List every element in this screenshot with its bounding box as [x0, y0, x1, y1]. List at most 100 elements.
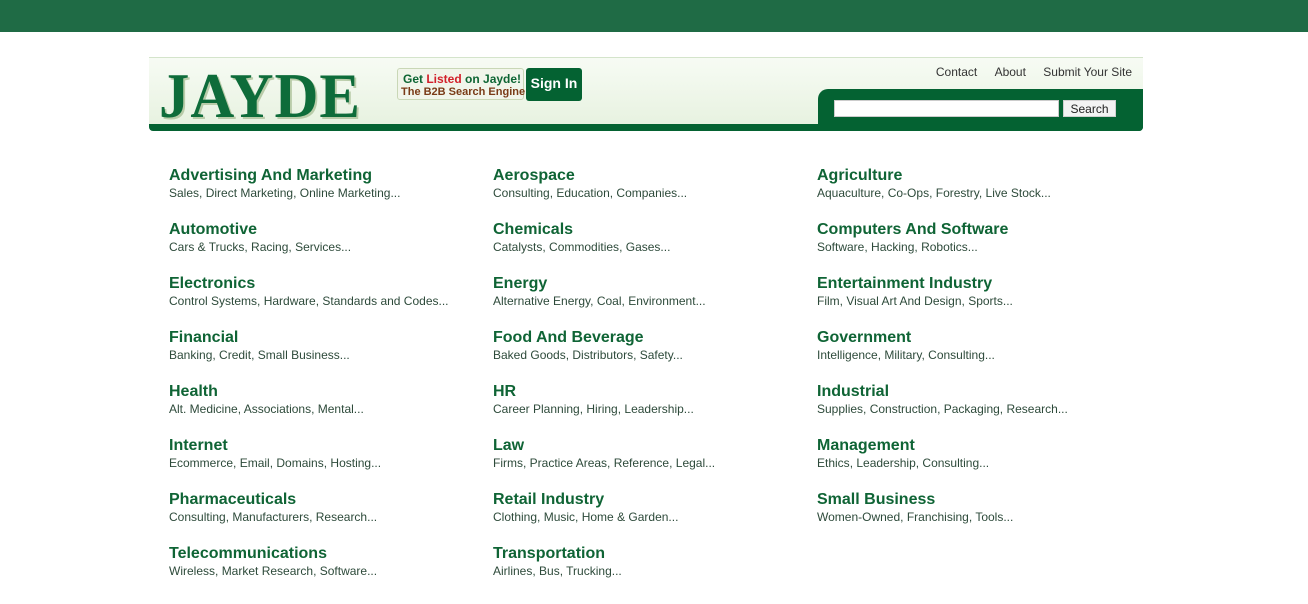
- subcategory-link[interactable]: Safety...: [640, 348, 683, 362]
- sign-in-button[interactable]: Sign In: [526, 68, 582, 101]
- subcategory-link[interactable]: Email: [240, 456, 270, 470]
- category-title-link[interactable]: Law: [493, 436, 524, 455]
- category-title-link[interactable]: Advertising And Marketing: [169, 166, 372, 185]
- subcategory-link[interactable]: Aquaculture: [817, 186, 881, 200]
- subcategory-link[interactable]: Leadership: [856, 456, 915, 470]
- subcategory-link[interactable]: Manufacturers: [232, 510, 309, 524]
- subcategory-link[interactable]: Hosting...: [330, 456, 381, 470]
- subcategory-link[interactable]: Packaging: [944, 402, 1000, 416]
- subcategory-link[interactable]: Racing: [251, 240, 288, 254]
- subcategory-link[interactable]: Research...: [316, 510, 377, 524]
- subcategory-link[interactable]: Software...: [320, 564, 377, 578]
- category-title-link[interactable]: Pharmaceuticals: [169, 490, 296, 509]
- submit-site-link[interactable]: Submit Your Site: [1043, 65, 1132, 79]
- subcategory-link[interactable]: Co-Ops: [888, 186, 929, 200]
- subcategory-link[interactable]: Home & Garden...: [582, 510, 679, 524]
- category-title-link[interactable]: Telecommunications: [169, 544, 327, 563]
- subcategory-link[interactable]: Clothing: [493, 510, 537, 524]
- subcategory-link[interactable]: Film: [817, 294, 840, 308]
- subcategory-link[interactable]: Robotics...: [921, 240, 978, 254]
- category-title-link[interactable]: Computers And Software: [817, 220, 1008, 239]
- subcategory-link[interactable]: Environment...: [628, 294, 705, 308]
- subcategory-link[interactable]: Firms: [493, 456, 523, 470]
- subcategory-link[interactable]: Reference: [614, 456, 669, 470]
- subcategory-link[interactable]: Bus: [539, 564, 560, 578]
- subcategory-link[interactable]: Alt. Medicine: [169, 402, 238, 416]
- subcategory-link[interactable]: Consulting: [493, 186, 550, 200]
- subcategory-link[interactable]: Banking: [169, 348, 212, 362]
- subcategory-link[interactable]: Market Research: [222, 564, 313, 578]
- category-title-link[interactable]: HR: [493, 382, 516, 401]
- subcategory-link[interactable]: Wireless: [169, 564, 215, 578]
- subcategory-link[interactable]: Ecommerce: [169, 456, 233, 470]
- category-title-link[interactable]: Agriculture: [817, 166, 902, 185]
- subcategory-link[interactable]: Hardware: [264, 294, 316, 308]
- category-title-link[interactable]: Small Business: [817, 490, 935, 509]
- subcategory-link[interactable]: Forestry: [936, 186, 979, 200]
- subcategory-link[interactable]: Direct Marketing: [206, 186, 293, 200]
- subcategory-link[interactable]: Live Stock...: [986, 186, 1051, 200]
- subcategory-link[interactable]: Consulting...: [922, 456, 989, 470]
- category-title-link[interactable]: Industrial: [817, 382, 889, 401]
- subcategory-link[interactable]: Career Planning: [493, 402, 580, 416]
- subcategory-link[interactable]: Hacking: [871, 240, 914, 254]
- subcategory-link[interactable]: Services...: [295, 240, 351, 254]
- subcategory-link[interactable]: Baked Goods: [493, 348, 566, 362]
- category-title-link[interactable]: Electronics: [169, 274, 255, 293]
- category-title-link[interactable]: Aerospace: [493, 166, 575, 185]
- subcategory-link[interactable]: Supplies: [817, 402, 863, 416]
- subcategory-link[interactable]: Associations: [244, 402, 311, 416]
- subcategory-link[interactable]: Construction: [870, 402, 937, 416]
- subcategory-link[interactable]: Tools...: [975, 510, 1013, 524]
- subcategory-link[interactable]: Companies...: [616, 186, 687, 200]
- subcategory-link[interactable]: Hiring: [586, 402, 617, 416]
- subcategory-link[interactable]: Domains: [276, 456, 323, 470]
- subcategory-link[interactable]: Sales: [169, 186, 199, 200]
- subcategory-link[interactable]: Franchising: [907, 510, 969, 524]
- subcategory-link[interactable]: Mental...: [318, 402, 364, 416]
- category-title-link[interactable]: Health: [169, 382, 218, 401]
- subcategory-link[interactable]: Legal...: [676, 456, 715, 470]
- subcategory-link[interactable]: Education: [556, 186, 609, 200]
- subcategory-link[interactable]: Intelligence: [817, 348, 878, 362]
- category-title-link[interactable]: Energy: [493, 274, 547, 293]
- subcategory-link[interactable]: Ethics: [817, 456, 850, 470]
- subcategory-link[interactable]: Control Systems: [169, 294, 257, 308]
- subcategory-link[interactable]: Catalysts: [493, 240, 542, 254]
- subcategory-link[interactable]: Software: [817, 240, 864, 254]
- about-link[interactable]: About: [995, 65, 1026, 79]
- category-title-link[interactable]: Management: [817, 436, 915, 455]
- subcategory-link[interactable]: Online Marketing...: [300, 186, 401, 200]
- get-listed-banner[interactable]: Get Listed on Jayde! The B2B Search Engi…: [397, 68, 525, 100]
- contact-link[interactable]: Contact: [936, 65, 977, 79]
- subcategory-link[interactable]: Music: [544, 510, 575, 524]
- subcategory-link[interactable]: Visual Art And Design: [846, 294, 961, 308]
- subcategory-link[interactable]: Distributors: [572, 348, 633, 362]
- search-button[interactable]: Search: [1063, 100, 1116, 117]
- subcategory-link[interactable]: Trucking...: [566, 564, 622, 578]
- category-title-link[interactable]: Transportation: [493, 544, 605, 563]
- subcategory-link[interactable]: Women-Owned: [817, 510, 900, 524]
- category-title-link[interactable]: Food And Beverage: [493, 328, 644, 347]
- category-title-link[interactable]: Chemicals: [493, 220, 573, 239]
- category-title-link[interactable]: Retail Industry: [493, 490, 604, 509]
- subcategory-link[interactable]: Cars & Trucks: [169, 240, 244, 254]
- category-title-link[interactable]: Financial: [169, 328, 238, 347]
- subcategory-link[interactable]: Credit: [219, 348, 251, 362]
- category-title-link[interactable]: Automotive: [169, 220, 257, 239]
- subcategory-link[interactable]: Consulting: [169, 510, 226, 524]
- subcategory-link[interactable]: Airlines: [493, 564, 532, 578]
- subcategory-link[interactable]: Leadership...: [624, 402, 693, 416]
- category-title-link[interactable]: Government: [817, 328, 911, 347]
- category-title-link[interactable]: Internet: [169, 436, 228, 455]
- subcategory-link[interactable]: Gases...: [626, 240, 671, 254]
- subcategory-link[interactable]: Consulting...: [928, 348, 995, 362]
- subcategory-link[interactable]: Small Business...: [258, 348, 350, 362]
- subcategory-link[interactable]: Military: [884, 348, 921, 362]
- subcategory-link[interactable]: Alternative Energy: [493, 294, 590, 308]
- jayde-logo[interactable]: JAYDE: [159, 57, 361, 131]
- search-input[interactable]: [834, 100, 1059, 117]
- subcategory-link[interactable]: Research...: [1006, 402, 1067, 416]
- category-title-link[interactable]: Entertainment Industry: [817, 274, 992, 293]
- subcategory-link[interactable]: Coal: [597, 294, 622, 308]
